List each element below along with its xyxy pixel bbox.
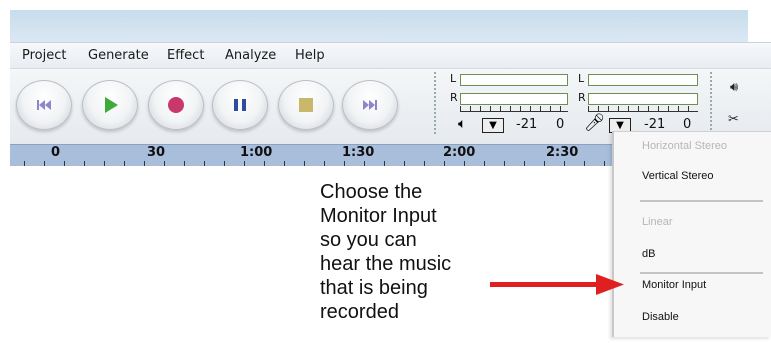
callout-arrow	[490, 274, 624, 295]
right-channel-label: R	[450, 91, 458, 104]
ruler-minor-tick	[84, 161, 85, 166]
window-titlebar	[10, 10, 748, 42]
ruler-minor-tick	[444, 161, 445, 166]
play-button[interactable]	[82, 80, 138, 130]
volume-icon[interactable]: 🔊︎	[730, 80, 738, 95]
callout-text: Choose the Monitor Input so you can hear…	[320, 180, 490, 324]
right-channel-bar	[588, 93, 698, 105]
ruler-minor-tick	[304, 161, 305, 166]
ruler-minor-tick	[424, 161, 425, 166]
ruler-minor-tick	[504, 161, 505, 166]
ruler-minor-tick	[364, 161, 365, 166]
meter-level-b: 0	[683, 117, 692, 132]
ruler-minor-tick	[404, 161, 405, 166]
skip-to-start-icon	[37, 100, 51, 110]
microphone-icon: 🎤︎	[584, 113, 606, 133]
ruler-minor-tick	[184, 161, 185, 166]
ruler-minor-tick	[204, 161, 205, 166]
ruler-minor-tick	[544, 161, 545, 166]
stop-button[interactable]	[278, 80, 334, 130]
ruler-minor-tick	[244, 161, 245, 166]
left-channel-bar	[588, 74, 698, 86]
ruler-label: 1:00	[240, 145, 273, 160]
callout-line: recorded	[320, 301, 399, 323]
stop-icon	[299, 98, 313, 112]
menu-item-horizontal-stereo: Horizontal Stereo	[642, 140, 727, 152]
right-channel-label: R	[578, 91, 586, 104]
menu-analyze[interactable]: Analyze	[225, 48, 276, 63]
meter-level-a: -21	[644, 117, 666, 132]
ruler-minor-tick	[524, 161, 525, 166]
record-icon	[168, 97, 184, 113]
playback-meter-dropdown-button[interactable]: ▼	[482, 118, 504, 133]
skip-to-end-icon	[363, 100, 377, 110]
ruler-label: 1:30	[342, 145, 375, 160]
ruler-minor-tick	[464, 161, 465, 166]
meter-level-a: -21	[516, 117, 538, 132]
ruler-minor-tick	[164, 161, 165, 166]
right-channel-bar	[460, 93, 568, 105]
ruler-label: 2:00	[443, 145, 476, 160]
toolbar-grip[interactable]	[710, 72, 712, 136]
ruler-minor-tick	[604, 161, 605, 166]
ruler-minor-tick	[124, 161, 125, 166]
left-channel-label: L	[450, 72, 457, 85]
pause-button[interactable]	[212, 80, 268, 130]
menu-item-disable[interactable]: Disable	[642, 311, 679, 323]
skip-to-start-button[interactable]	[16, 80, 72, 130]
meter-grip[interactable]	[434, 72, 436, 136]
ruler-minor-tick	[24, 161, 25, 166]
ruler-minor-tick	[264, 161, 265, 166]
ruler-label: 30	[147, 145, 166, 160]
ruler-minor-tick	[564, 161, 565, 166]
pause-icon	[234, 99, 246, 111]
callout-line: that is being	[320, 277, 428, 299]
callout-line: so you can	[320, 229, 417, 251]
play-icon	[105, 97, 118, 113]
ruler-label: 2:30	[546, 145, 579, 160]
meter-scale	[588, 106, 698, 112]
callout-line: hear the music	[320, 253, 452, 275]
meter-scale	[460, 106, 568, 112]
ruler-minor-tick	[64, 161, 65, 166]
ruler-minor-tick	[344, 161, 345, 166]
callout-line: Choose the	[320, 181, 423, 203]
ruler-label: 0	[51, 145, 61, 160]
ruler-minor-tick	[44, 161, 45, 166]
menu-bar: Project Generate Effect Analyze Help	[10, 42, 771, 68]
speaker-icon: 🔈︎	[458, 116, 467, 132]
ruler-minor-tick	[324, 161, 325, 166]
record-button[interactable]	[148, 80, 204, 130]
left-channel-label: L	[578, 72, 585, 85]
ruler-minor-tick	[104, 161, 105, 166]
ruler-minor-tick	[384, 161, 385, 166]
ruler-minor-tick	[584, 161, 585, 166]
ruler-minor-tick	[284, 161, 285, 166]
callout-line: Monitor Input	[320, 205, 437, 227]
menu-item-vertical-stereo[interactable]: Vertical Stereo	[642, 170, 714, 182]
meter-level-b: 0	[556, 117, 565, 132]
scissors-icon[interactable]: ✂	[728, 112, 739, 127]
ruler-minor-tick	[224, 161, 225, 166]
timeline-ruler[interactable]: 0 30 1:00 1:30 2:00 2:30	[10, 144, 625, 166]
menu-item-monitor-input[interactable]: Monitor Input	[642, 279, 706, 291]
ruler-minor-tick	[484, 161, 485, 166]
left-channel-bar	[460, 74, 568, 86]
menu-effect[interactable]: Effect	[167, 48, 204, 63]
menu-help[interactable]: Help	[295, 48, 325, 63]
menu-separator	[640, 200, 763, 202]
meter-options-menu: Horizontal Stereo Vertical Stereo Linear…	[612, 131, 771, 337]
menu-project[interactable]: Project	[22, 48, 66, 63]
skip-to-end-button[interactable]	[342, 80, 398, 130]
menu-item-linear: Linear	[642, 216, 673, 228]
menu-item-db[interactable]: dB	[642, 248, 655, 260]
menu-generate[interactable]: Generate	[88, 48, 149, 63]
ruler-minor-tick	[144, 161, 145, 166]
menu-separator	[640, 272, 763, 274]
